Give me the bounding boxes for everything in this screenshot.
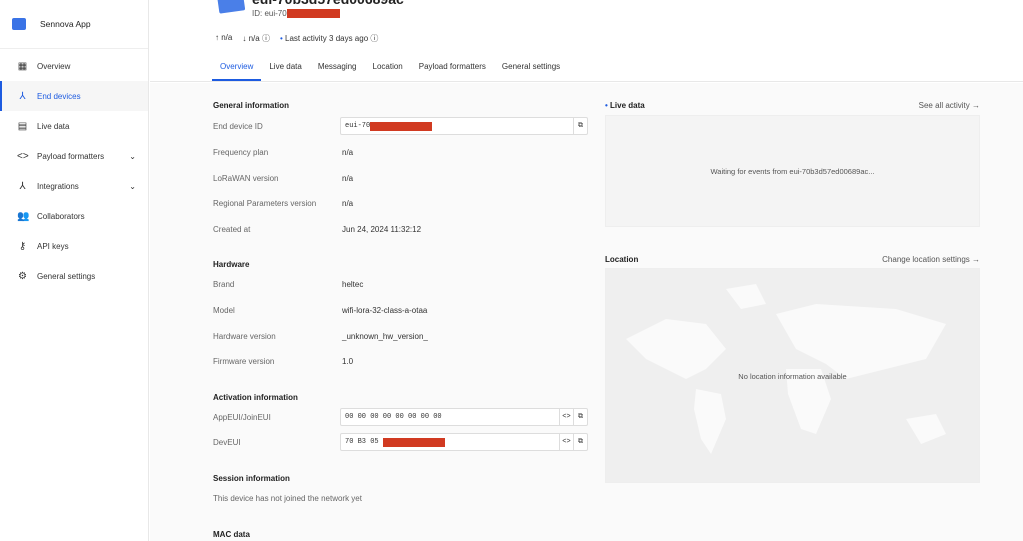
- no-location-text: No location information available: [738, 372, 847, 381]
- row-frequency-plan: Frequency plan n/a: [213, 147, 354, 157]
- sidebar-item-api-keys[interactable]: ⚷ API keys: [0, 231, 148, 261]
- help-icon: ⓘ: [261, 34, 270, 43]
- code-icon: <>: [17, 150, 29, 162]
- app-name: Sennova App: [40, 19, 91, 29]
- deveui-field[interactable]: 70 B3 05 <> ⧉: [340, 433, 588, 451]
- device-stats: ↑ n/a ↓ n/a ⓘ • Last activity 3 days ago…: [215, 33, 378, 44]
- session-status: This device has not joined the network y…: [213, 493, 362, 503]
- devices-icon: ⅄: [19, 90, 26, 102]
- last-activity: • Last activity 3 days ago ⓘ: [279, 34, 379, 43]
- row-end-device-id: End device ID eui-70 ⧉: [213, 117, 588, 135]
- location-header: Location Change location settings →: [605, 255, 980, 264]
- redaction: [382, 437, 445, 447]
- sidebar-item-end-devices[interactable]: ⅄ End devices: [0, 81, 148, 111]
- gear-icon: ⚙: [18, 270, 27, 282]
- device-icon: [216, 0, 246, 14]
- chevron-down-icon: ⌄: [129, 181, 136, 191]
- sidebar-item-payload-formatters[interactable]: <> Payload formatters ⌄: [0, 141, 148, 171]
- sidebar: Sennova App ▦ Overview ⅄ End devices ▤ Live…: [0, 0, 149, 541]
- integrations-icon: ⅄: [19, 180, 26, 192]
- sidebar-item-integrations[interactable]: ⅄ Integrations ⌄: [0, 171, 148, 201]
- general-info-heading: General information: [213, 101, 290, 110]
- app-header[interactable]: Sennova App: [0, 0, 148, 49]
- device-header: eui-70b3d57ed00689ac ID: eui-70 ↑ n/a ↓ …: [150, 0, 1023, 82]
- sidebar-item-general-settings[interactable]: ⚙ General settings: [0, 261, 148, 291]
- copy-icon[interactable]: ⧉: [573, 408, 587, 426]
- toggle-format-icon[interactable]: <>: [559, 408, 573, 426]
- session-heading: Session information: [213, 474, 290, 483]
- tab-live-data[interactable]: Live data: [261, 58, 309, 81]
- page-title: eui-70b3d57ed00689ac: [252, 0, 404, 7]
- appeui-field[interactable]: 00 00 00 00 00 00 00 00 <> ⧉: [340, 408, 588, 426]
- downlink-count: ↓ n/a ⓘ: [242, 34, 270, 43]
- redaction: [286, 9, 340, 19]
- copy-icon[interactable]: ⧉: [573, 117, 587, 135]
- sidebar-item-overview[interactable]: ▦ Overview: [0, 51, 148, 81]
- toggle-format-icon[interactable]: <>: [559, 433, 573, 451]
- people-icon: 👥: [17, 210, 30, 222]
- tab-payload-formatters[interactable]: Payload formatters: [411, 58, 494, 81]
- copy-icon[interactable]: ⧉: [573, 433, 587, 451]
- live-data-header: • Live data See all activity →: [605, 101, 980, 110]
- chevron-down-icon: ⌄: [129, 151, 136, 161]
- sidebar-item-live-data[interactable]: ▤ Live data: [0, 111, 148, 141]
- hardware-heading: Hardware: [213, 260, 250, 269]
- activation-heading: Activation information: [213, 393, 298, 402]
- row-appeui: AppEUI/JoinEUI 00 00 00 00 00 00 00 00 <>…: [213, 408, 588, 426]
- see-all-activity-link[interactable]: See all activity →: [919, 101, 980, 110]
- row-brand: Brand heltec: [213, 279, 364, 289]
- redaction: [370, 121, 433, 131]
- chart-icon: ▤: [17, 120, 28, 132]
- tab-location[interactable]: Location: [365, 58, 411, 81]
- end-device-id-field[interactable]: eui-70 ⧉: [340, 117, 588, 135]
- row-hardware-version: Hardware version _unknown_hw_version_: [213, 331, 428, 341]
- row-firmware-version: Firmware version 1.0: [213, 356, 354, 366]
- device-id: ID: eui-70: [252, 9, 340, 19]
- help-icon: ⓘ: [370, 34, 379, 43]
- tab-overview[interactable]: Overview: [212, 58, 262, 81]
- key-icon: ⚷: [18, 240, 27, 252]
- location-map[interactable]: No location information available: [605, 268, 980, 483]
- row-created-at: Created at Jun 24, 2024 11:32:12: [213, 224, 422, 234]
- overview-content: General information End device ID eui-70…: [150, 83, 1023, 541]
- row-lorawan-version: LoRaWAN version n/a: [213, 173, 354, 183]
- change-location-link[interactable]: Change location settings →: [882, 255, 980, 264]
- row-model: Model wifi-lora-32-class-a-otaa: [213, 305, 428, 315]
- mac-heading: MAC data: [213, 530, 250, 539]
- tab-messaging[interactable]: Messaging: [310, 58, 365, 81]
- tab-general-settings[interactable]: General settings: [494, 58, 568, 81]
- sidebar-item-collaborators[interactable]: 👥 Collaborators: [0, 201, 148, 231]
- uplink-count: ↑ n/a: [215, 33, 233, 42]
- tab-bar: Overview Live data Messaging Location Pa…: [212, 58, 568, 81]
- live-data-panel: Waiting for events from eui-70b3d57ed006…: [605, 115, 980, 227]
- row-regional-params: Regional Parameters version n/a: [213, 198, 354, 208]
- app-icon: [12, 18, 26, 30]
- grid-icon: ▦: [17, 60, 28, 72]
- row-deveui: DevEUI 70 B3 05 <> ⧉: [213, 433, 588, 451]
